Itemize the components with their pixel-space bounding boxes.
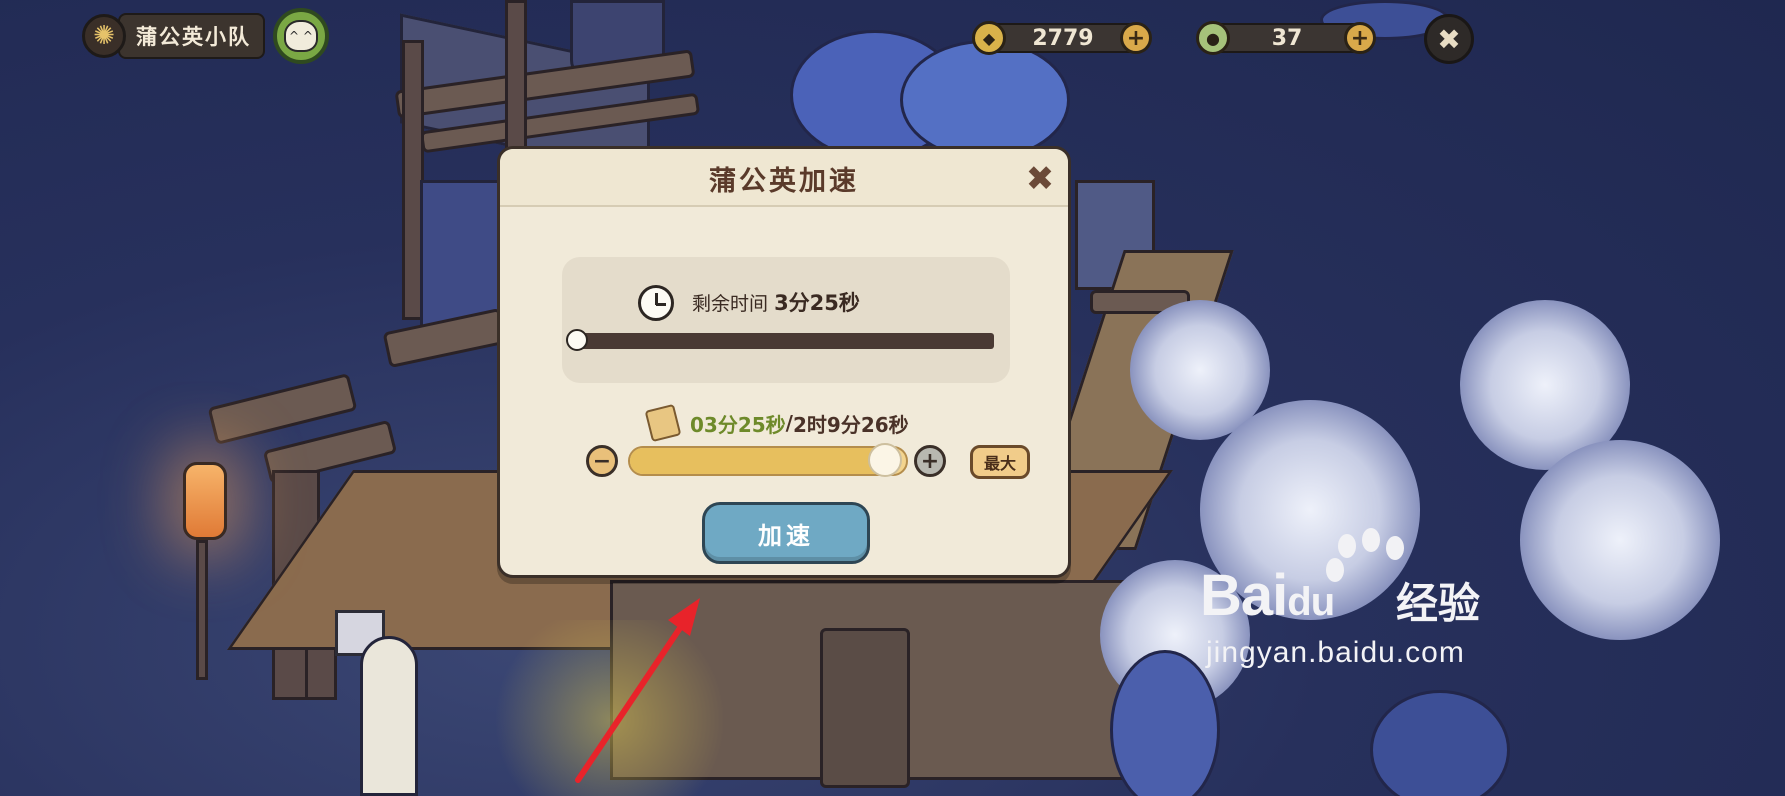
available-time: 2时9分26秒 (792, 412, 909, 437)
add-coin-button[interactable]: + (1120, 22, 1152, 54)
watermark-brand: Baidu (1200, 563, 1335, 628)
max-button[interactable]: 最大 (970, 445, 1030, 479)
speed-up-dialog: 蒲公英加速 ✖ 剩余时间 3分25秒 03分25秒 / 2时9分26秒 − + … (497, 146, 1071, 578)
amount-slider[interactable] (628, 446, 908, 476)
speed-up-amount: 03分25秒 / 2时9分26秒 (644, 403, 909, 443)
speed-up-button[interactable]: 加速 (702, 502, 870, 564)
team-badge[interactable]: ✺ 蒲公英小队 ^ ^ (82, 8, 329, 64)
dialog-close-button[interactable]: ✖ (1022, 159, 1058, 199)
seed-counter: ● 37 + (1196, 20, 1376, 56)
selected-time: 03分25秒 (690, 412, 786, 437)
coin-icon: ◆ (972, 21, 1006, 55)
sprout-face-icon: ^ ^ (284, 20, 318, 52)
seed-value: 37 (1271, 25, 1303, 51)
add-seed-button[interactable]: + (1344, 22, 1376, 54)
seed-icon: ● (1196, 21, 1230, 55)
remaining-time-bar (574, 333, 994, 349)
remaining-time-value: 3分25秒 (774, 291, 860, 315)
remaining-time-panel: 剩余时间 3分25秒 (562, 257, 1010, 383)
clock-icon (638, 285, 674, 321)
remaining-time: 剩余时间 3分25秒 (692, 287, 860, 317)
dialog-header: 蒲公英加速 ✖ (500, 149, 1068, 207)
decrease-button[interactable]: − (586, 445, 618, 477)
slider-handle[interactable] (867, 443, 902, 477)
avatar[interactable]: ^ ^ (273, 8, 329, 64)
increase-button[interactable]: + (914, 445, 946, 477)
coin-counter: ◆ 2779 + (972, 20, 1152, 56)
team-name: 蒲公英小队 (118, 13, 265, 59)
dandelion-icon: ✺ (82, 14, 126, 58)
coin-value: 2779 (1032, 25, 1094, 51)
remaining-time-label: 剩余时间 (692, 293, 769, 315)
close-icon[interactable]: ✖ (1424, 14, 1474, 64)
watermark-cn: 经验 (1396, 579, 1481, 628)
time-separator: / (785, 411, 793, 435)
watermark-url: jingyan.baidu.com (1206, 636, 1465, 669)
dialog-title: 蒲公英加速 (709, 166, 859, 197)
timer-progress-icon (566, 329, 588, 351)
baidu-jingyan-watermark: Baidu 经验 jingyan.baidu.com (1200, 528, 1500, 678)
scroll-icon (644, 403, 682, 443)
slider-fill (630, 448, 887, 474)
